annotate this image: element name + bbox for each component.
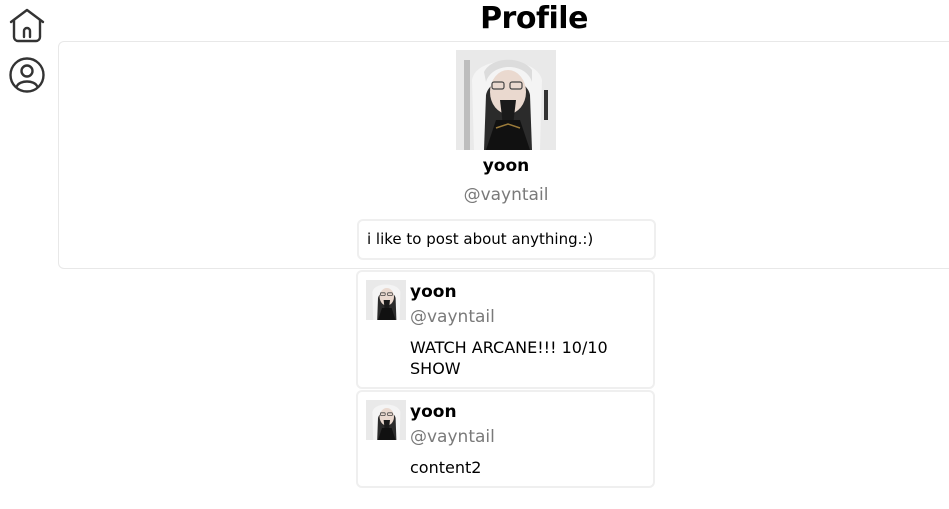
- page-title: Profile: [480, 1, 588, 36]
- post-avatar[interactable]: [366, 400, 406, 440]
- profile-bio: i like to post about anything.:): [357, 219, 656, 260]
- profile-card: yoon @vayntail i like to post about anyt…: [58, 41, 949, 269]
- post-card[interactable]: yoon @vayntail content2: [356, 390, 655, 488]
- profile-display-name: yoon: [482, 156, 530, 176]
- post-display-name[interactable]: yoon: [410, 402, 457, 422]
- post-avatar[interactable]: [366, 280, 406, 320]
- post-display-name[interactable]: yoon: [410, 282, 457, 302]
- avatar-image: [366, 400, 406, 440]
- avatar[interactable]: [456, 50, 556, 150]
- avatar-image: [366, 280, 406, 320]
- profile-page: Profile yoon @vayntail i like to post ab…: [0, 0, 949, 509]
- avatar-image: [456, 50, 556, 150]
- profile-handle: @vayntail: [463, 185, 549, 205]
- post-content: content2: [410, 458, 482, 477]
- post-handle: @vayntail: [410, 307, 495, 327]
- user-circle-icon[interactable]: [8, 56, 46, 94]
- post-card[interactable]: yoon @vayntail WATCH ARCANE!!! 10/10 SHO…: [356, 270, 655, 389]
- post-handle: @vayntail: [410, 427, 495, 447]
- post-content: WATCH ARCANE!!! 10/10 SHOW: [410, 338, 608, 378]
